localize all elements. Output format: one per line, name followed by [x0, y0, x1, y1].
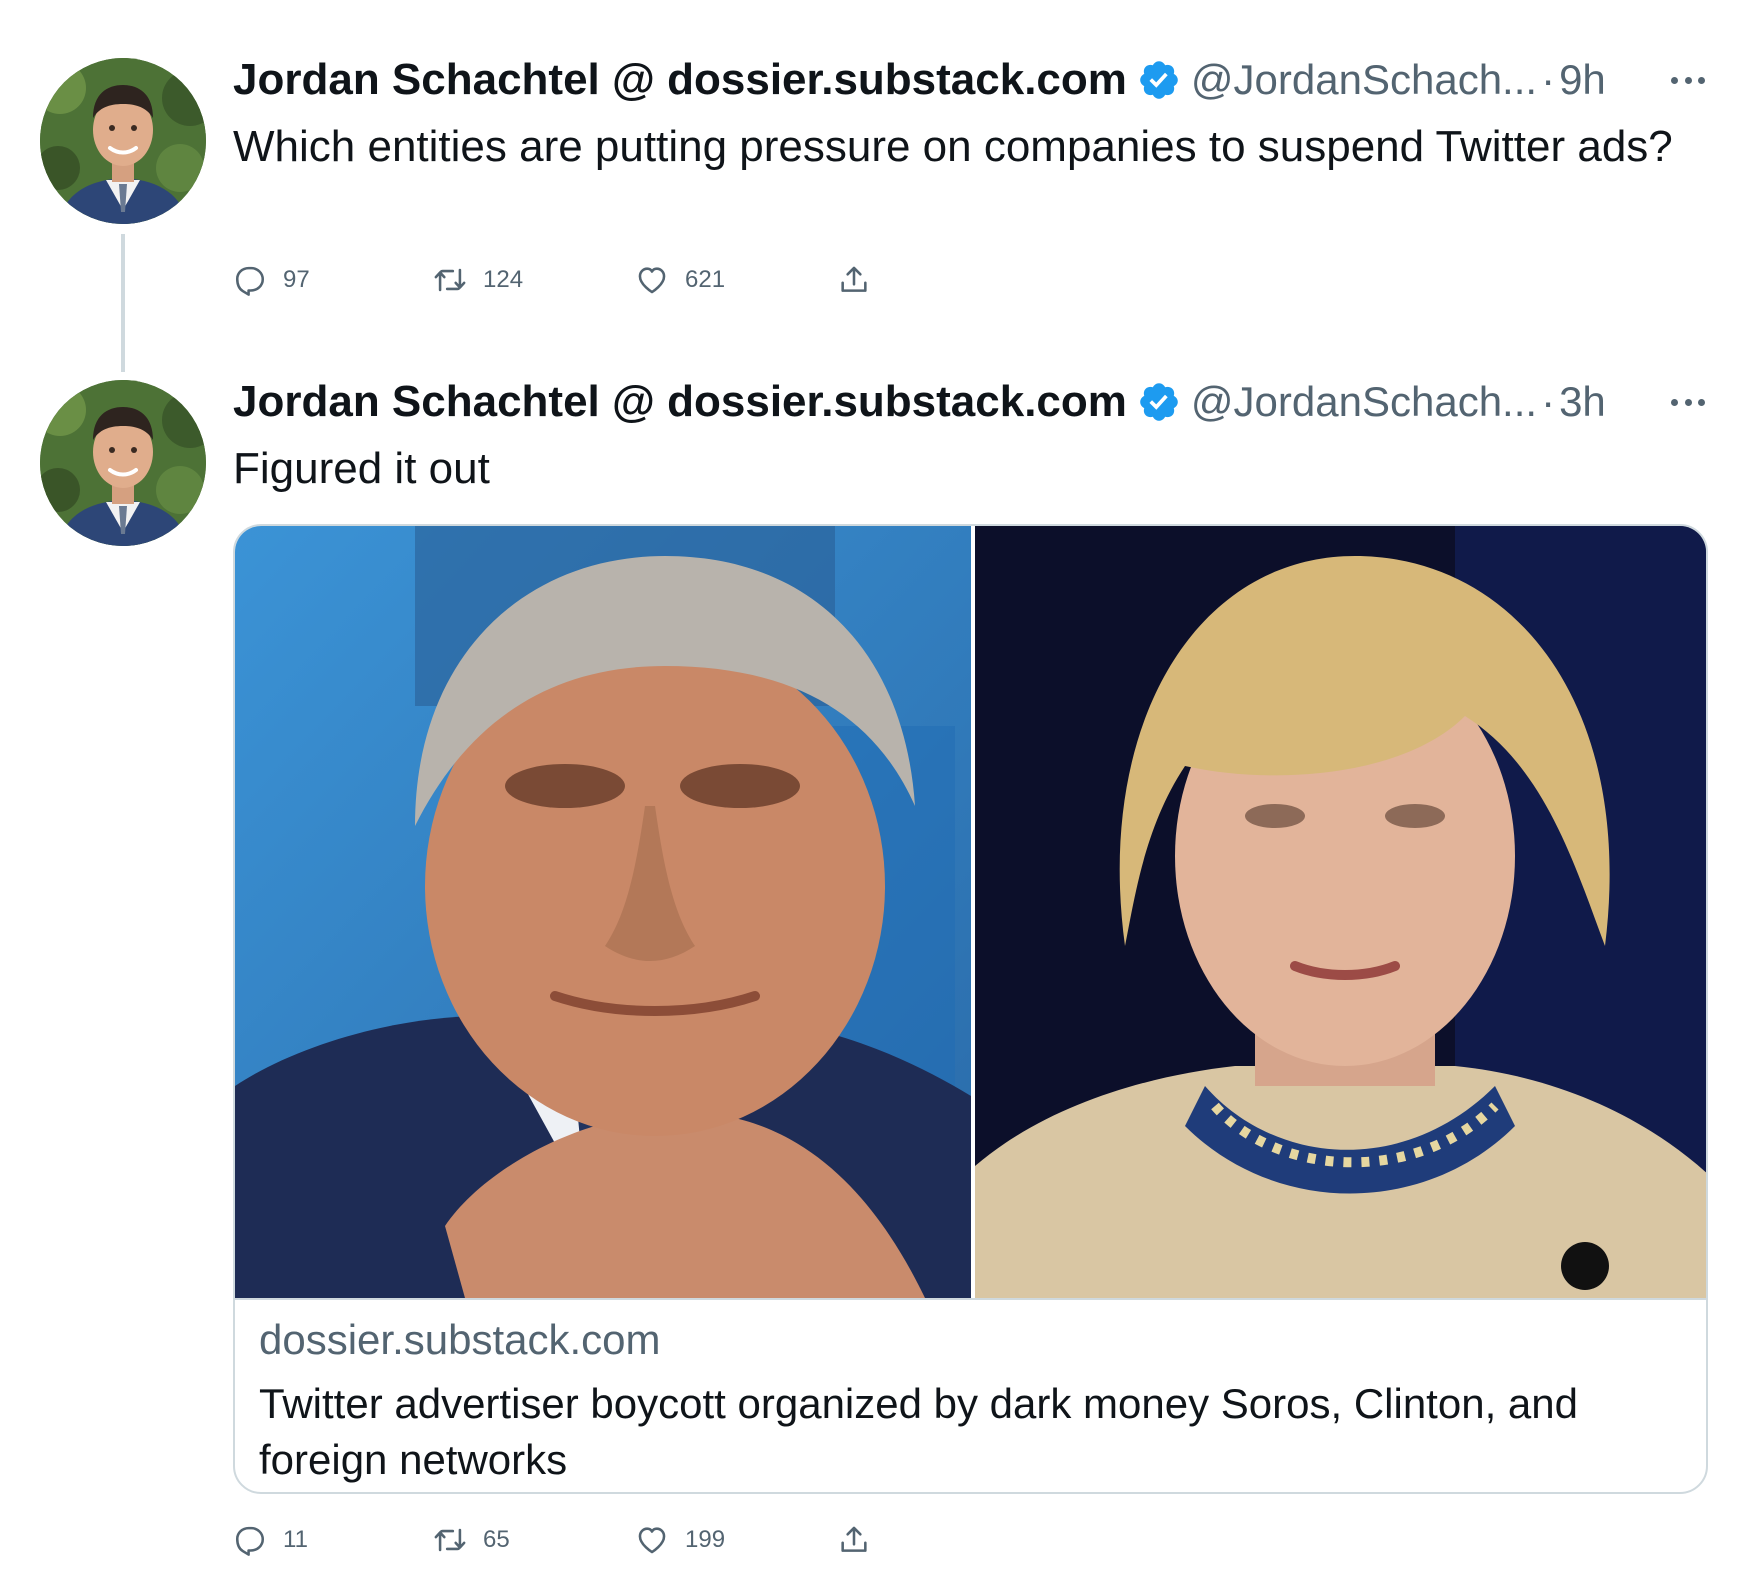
retweet-count: 65 [483, 1526, 510, 1553]
thread-connector-line [121, 234, 125, 372]
share-button[interactable] [837, 258, 871, 302]
reply-icon [233, 1523, 267, 1557]
verified-badge-icon [1137, 58, 1181, 102]
tweet-text: Figured it out [233, 444, 490, 493]
reply-count: 11 [283, 1526, 308, 1553]
tweet-2[interactable]: Jordan Schachtel @ dossier.substack.com … [0, 372, 1745, 1596]
portrait-woman-image [975, 526, 1706, 1298]
card-divider [235, 1298, 1706, 1300]
more-icon[interactable] [1671, 374, 1705, 430]
reply-button[interactable]: 97 [233, 258, 310, 302]
like-count: 621 [685, 266, 726, 293]
like-button[interactable]: 621 [635, 258, 725, 302]
card-photo-right [975, 526, 1706, 1298]
tweet-1[interactable]: Jordan Schachtel @ dossier.substack.com … [0, 0, 1745, 372]
tweet-timestamp[interactable]: 3h [1559, 378, 1606, 426]
heart-icon [635, 263, 669, 297]
retweet-count: 124 [483, 266, 524, 293]
share-button[interactable] [837, 1518, 871, 1562]
more-icon[interactable] [1671, 52, 1705, 108]
card-title: Twitter advertiser boycott organized by … [259, 1380, 1578, 1483]
tweet-header: Jordan Schachtel @ dossier.substack.com … [233, 52, 1705, 108]
tweet-actions: 97 124 621 [233, 258, 873, 302]
reply-button[interactable]: 11 [233, 1518, 308, 1562]
share-icon [837, 1523, 871, 1557]
tweet-actions: 11 65 199 [233, 1518, 873, 1562]
separator-dot: · [1541, 56, 1556, 103]
link-card[interactable]: dossier.substack.com Twitter advertiser … [233, 524, 1708, 1494]
share-icon [837, 263, 871, 297]
retweet-button[interactable]: 65 [433, 1518, 510, 1562]
avatar-image [40, 380, 206, 546]
retweet-icon [433, 1523, 467, 1557]
avatar[interactable] [40, 380, 206, 546]
photo-divider [971, 526, 975, 1298]
author-name[interactable]: Jordan Schachtel @ dossier.substack.com [233, 377, 1127, 427]
like-count: 199 [685, 1526, 726, 1553]
verified-badge-icon [1137, 380, 1181, 424]
author-name[interactable]: Jordan Schachtel @ dossier.substack.com [233, 55, 1127, 105]
avatar-image [40, 58, 206, 224]
heart-icon [635, 1523, 669, 1557]
retweet-button[interactable]: 124 [433, 258, 523, 302]
card-photo-left [235, 526, 971, 1298]
like-button[interactable]: 199 [635, 1518, 725, 1562]
tweet-timestamp[interactable]: 9h [1559, 56, 1606, 104]
reply-icon [233, 263, 267, 297]
card-domain: dossier.substack.com [259, 1316, 661, 1363]
author-handle[interactable]: @JordanSchach... [1191, 56, 1537, 104]
tweet-header: Jordan Schachtel @ dossier.substack.com … [233, 374, 1705, 430]
portrait-man-image [235, 526, 971, 1298]
author-handle[interactable]: @JordanSchach... [1191, 378, 1537, 426]
reply-count: 97 [283, 266, 310, 293]
separator-dot: · [1541, 378, 1556, 425]
tweet-text: Which entities are putting pressure on c… [233, 122, 1673, 171]
avatar[interactable] [40, 58, 206, 224]
retweet-icon [433, 263, 467, 297]
